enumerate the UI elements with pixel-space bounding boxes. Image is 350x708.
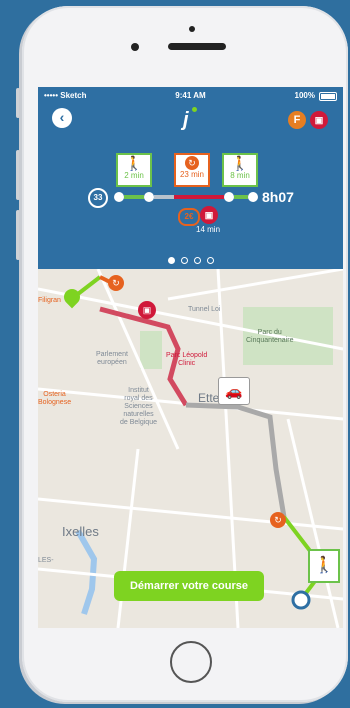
earpiece-speaker (168, 43, 226, 50)
bike-step[interactable]: ↻ 23 min (174, 153, 210, 187)
route-node (114, 192, 124, 202)
destination-marker (291, 590, 311, 610)
start-trip-button[interactable]: Démarrer votre course (114, 571, 264, 601)
battery-label: 100% (294, 91, 315, 100)
bus-duration: 14 min (196, 225, 221, 234)
bike-icon: ↻ (185, 156, 199, 170)
clock: 9:41 AM (175, 91, 206, 100)
bus-stop-icon[interactable]: ▣ (138, 301, 156, 319)
arrival-time: 8h07 (262, 189, 294, 205)
walk-step-1[interactable]: 🚶 2 min (116, 153, 152, 187)
walk-duration: 2 min (124, 171, 144, 180)
walk-icon[interactable]: 🚶 (308, 549, 340, 583)
bike-station-icon[interactable]: ↻ (270, 512, 286, 528)
home-button[interactable] (170, 641, 212, 683)
sensor (131, 43, 139, 51)
bike-station-icon[interactable]: ↻ (108, 275, 124, 291)
page-indicator (38, 251, 343, 269)
map-label: Tunnel Loi (188, 306, 221, 313)
page-dot[interactable] (193, 257, 201, 264)
bike-duration: 23 min (179, 170, 204, 179)
mute-switch (16, 88, 20, 118)
walk-segment (234, 195, 248, 199)
map-label: Filigran (38, 297, 61, 304)
back-button[interactable]: ‹ (52, 108, 72, 128)
map-label: Ixelles (62, 524, 99, 539)
volume-up-button (16, 150, 20, 200)
walk-duration: 8 min (230, 171, 250, 180)
front-camera (189, 26, 195, 32)
battery-icon (319, 92, 337, 101)
gray-segment (154, 195, 174, 199)
bus-step-icon: ▣ (200, 206, 218, 224)
price-badge: 2€ (178, 208, 200, 226)
f-badge[interactable]: F (288, 111, 306, 129)
route-node (248, 192, 258, 202)
screen: ••••• Sketch 9:41 AM 100% ‹ j F ▣ 33 8h0… (38, 87, 343, 628)
walk-step-2[interactable]: 🚶 8 min (222, 153, 258, 187)
map-label: Institut royal des Sciences naturelles d… (120, 387, 157, 426)
app-logo: j (183, 107, 197, 132)
map-label: Parc Léopold Clinic (166, 352, 208, 367)
map-label: Parc du Cinquantenaire (246, 329, 294, 344)
map-label: Osteria Bolognese (38, 391, 72, 406)
walk-segment (124, 195, 144, 199)
page-dot-active[interactable] (167, 257, 175, 264)
volume-down-button (16, 210, 20, 260)
park-area (140, 331, 162, 369)
page-dot[interactable] (180, 257, 188, 264)
car-icon[interactable]: 🚗 (218, 377, 250, 405)
map-label: LES- (38, 557, 54, 564)
bike-segment (174, 195, 224, 199)
car-path (185, 402, 287, 518)
bus-icon[interactable]: ▣ (310, 111, 328, 129)
route-node (144, 192, 154, 202)
map[interactable]: Tunnel Loi Parc du Cinquantenaire Parlem… (38, 269, 343, 628)
walk-icon: 🚶 (125, 155, 143, 171)
status-bar: ••••• Sketch 9:41 AM 100% (44, 91, 337, 103)
route-node (224, 192, 234, 202)
walk-icon: 🚶 (231, 155, 249, 171)
start-time-icon: 33 (88, 188, 108, 208)
page-dot[interactable] (206, 257, 214, 264)
route-header: ••••• Sketch 9:41 AM 100% ‹ j F ▣ 33 8h0… (38, 87, 343, 269)
map-label: Parlement européen (96, 351, 128, 366)
